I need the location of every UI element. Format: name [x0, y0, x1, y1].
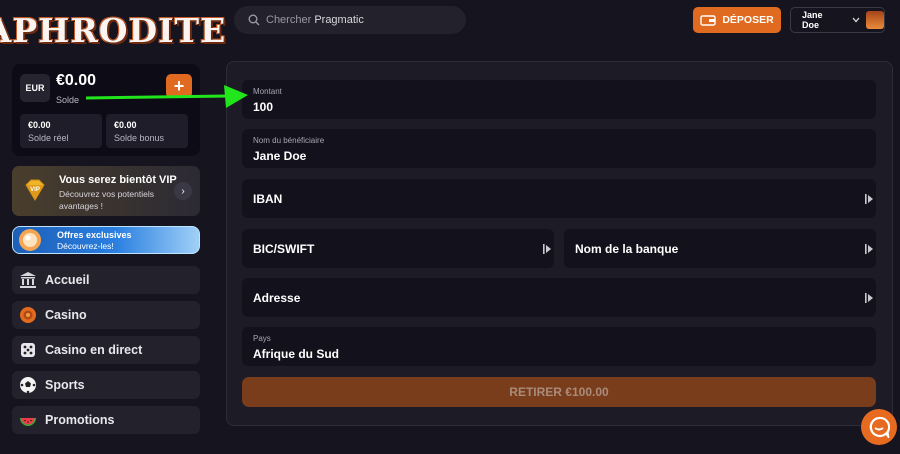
svg-text:VIP: VIP [30, 187, 40, 193]
deposit-button[interactable]: DÉPOSER [693, 7, 781, 33]
real-balance-box: €0.00 Solde réel [20, 114, 102, 148]
sidebar: APHRODITE EUR €0.00 Solde + €0.00 Solde … [0, 0, 225, 454]
iban-label: IBAN [253, 191, 283, 206]
nav-label: Casino [45, 308, 87, 322]
nav-item-casino-en-direct[interactable]: Casino en direct [12, 336, 200, 364]
amount-field[interactable]: Montant 100 [242, 80, 876, 119]
vip-banner[interactable]: VIP Vous serez bientôt VIP Découvrez vos… [12, 166, 200, 216]
country-label: Pays [253, 334, 271, 343]
bonus-balance-value: €0.00 [114, 120, 137, 130]
bonus-balance-box: €0.00 Solde bonus [106, 114, 188, 148]
paste-icon[interactable] [864, 292, 874, 304]
real-balance-value: €0.00 [28, 120, 51, 130]
chat-support-button[interactable] [861, 409, 897, 445]
amount-value: 100 [253, 100, 274, 114]
exclusive-offers-banner[interactable]: Offres exclusives Découvrez-les! [12, 226, 200, 254]
withdraw-button[interactable]: RETIRER €100.00 [242, 377, 876, 407]
balance-label: Solde [56, 95, 80, 105]
beneficiary-value: Jane Doe [253, 149, 307, 163]
real-balance-label: Solde réel [28, 133, 69, 143]
deposit-label: DÉPOSER [722, 14, 774, 26]
chevron-down-icon [852, 17, 860, 23]
iban-field[interactable]: IBAN [242, 179, 876, 218]
paste-icon[interactable] [864, 243, 874, 255]
vip-diamond-icon: VIP [25, 179, 45, 201]
beneficiary-field[interactable]: Nom du bénéficiaire Jane Doe [242, 129, 876, 168]
paste-icon[interactable] [864, 193, 874, 205]
country-select[interactable]: Pays Afrique du Sud [242, 327, 876, 366]
nav-label: Sports [45, 378, 85, 392]
user-name: Jane Doe [802, 10, 823, 30]
nav-item-promotions[interactable]: Promotions [12, 406, 200, 434]
nav-label: Promotions [45, 413, 115, 427]
vip-subtitle: Découvrez vos potentiels avantages ! [59, 189, 154, 211]
country-value: Afrique du Sud [253, 347, 339, 361]
aphrodite-logo[interactable]: APHRODITE [0, 8, 225, 52]
wallet-icon [700, 15, 717, 26]
address-field[interactable]: Adresse [242, 278, 876, 317]
chevron-right-icon[interactable]: › [174, 182, 192, 200]
bank-name-field[interactable]: Nom de la banque [564, 229, 876, 268]
nav-item-casino[interactable]: Casino [12, 301, 200, 329]
search-bar[interactable]: Chercher Pragmatic [234, 6, 466, 34]
avatar [866, 11, 884, 29]
offers-title: Offres exclusives [57, 230, 132, 240]
beneficiary-label: Nom du bénéficiaire [253, 136, 325, 145]
watermelon-icon [18, 410, 38, 430]
amount-label: Montant [253, 87, 282, 96]
nav-label: Accueil [45, 273, 90, 287]
bic-swift-label: BIC/SWIFT [253, 241, 315, 256]
vip-title: Vous serez bientôt VIP [59, 174, 177, 186]
pearl-shell-icon [19, 229, 41, 251]
search-icon [248, 14, 260, 26]
bonus-balance-label: Solde bonus [114, 133, 165, 143]
offers-subtitle: Découvrez-les! [57, 241, 114, 251]
address-label: Adresse [253, 290, 301, 305]
paste-icon[interactable] [542, 243, 552, 255]
annotation-arrow [86, 85, 248, 108]
search-placeholder: Chercher Pragmatic [266, 14, 364, 26]
nav-label: Casino en direct [45, 343, 143, 357]
nav-item-accueil[interactable]: Accueil [12, 266, 200, 294]
user-menu[interactable]: Jane Doe [790, 7, 885, 33]
chat-bubble-icon [869, 416, 890, 438]
bank-icon [18, 270, 38, 290]
soccer-ball-icon [18, 375, 38, 395]
nav-item-sports[interactable]: Sports [12, 371, 200, 399]
dice-icon [18, 340, 38, 360]
chip-icon [18, 305, 38, 325]
currency-badge[interactable]: EUR [20, 74, 50, 102]
bank-name-label: Nom de la banque [575, 241, 679, 256]
bic-swift-field[interactable]: BIC/SWIFT [242, 229, 554, 268]
